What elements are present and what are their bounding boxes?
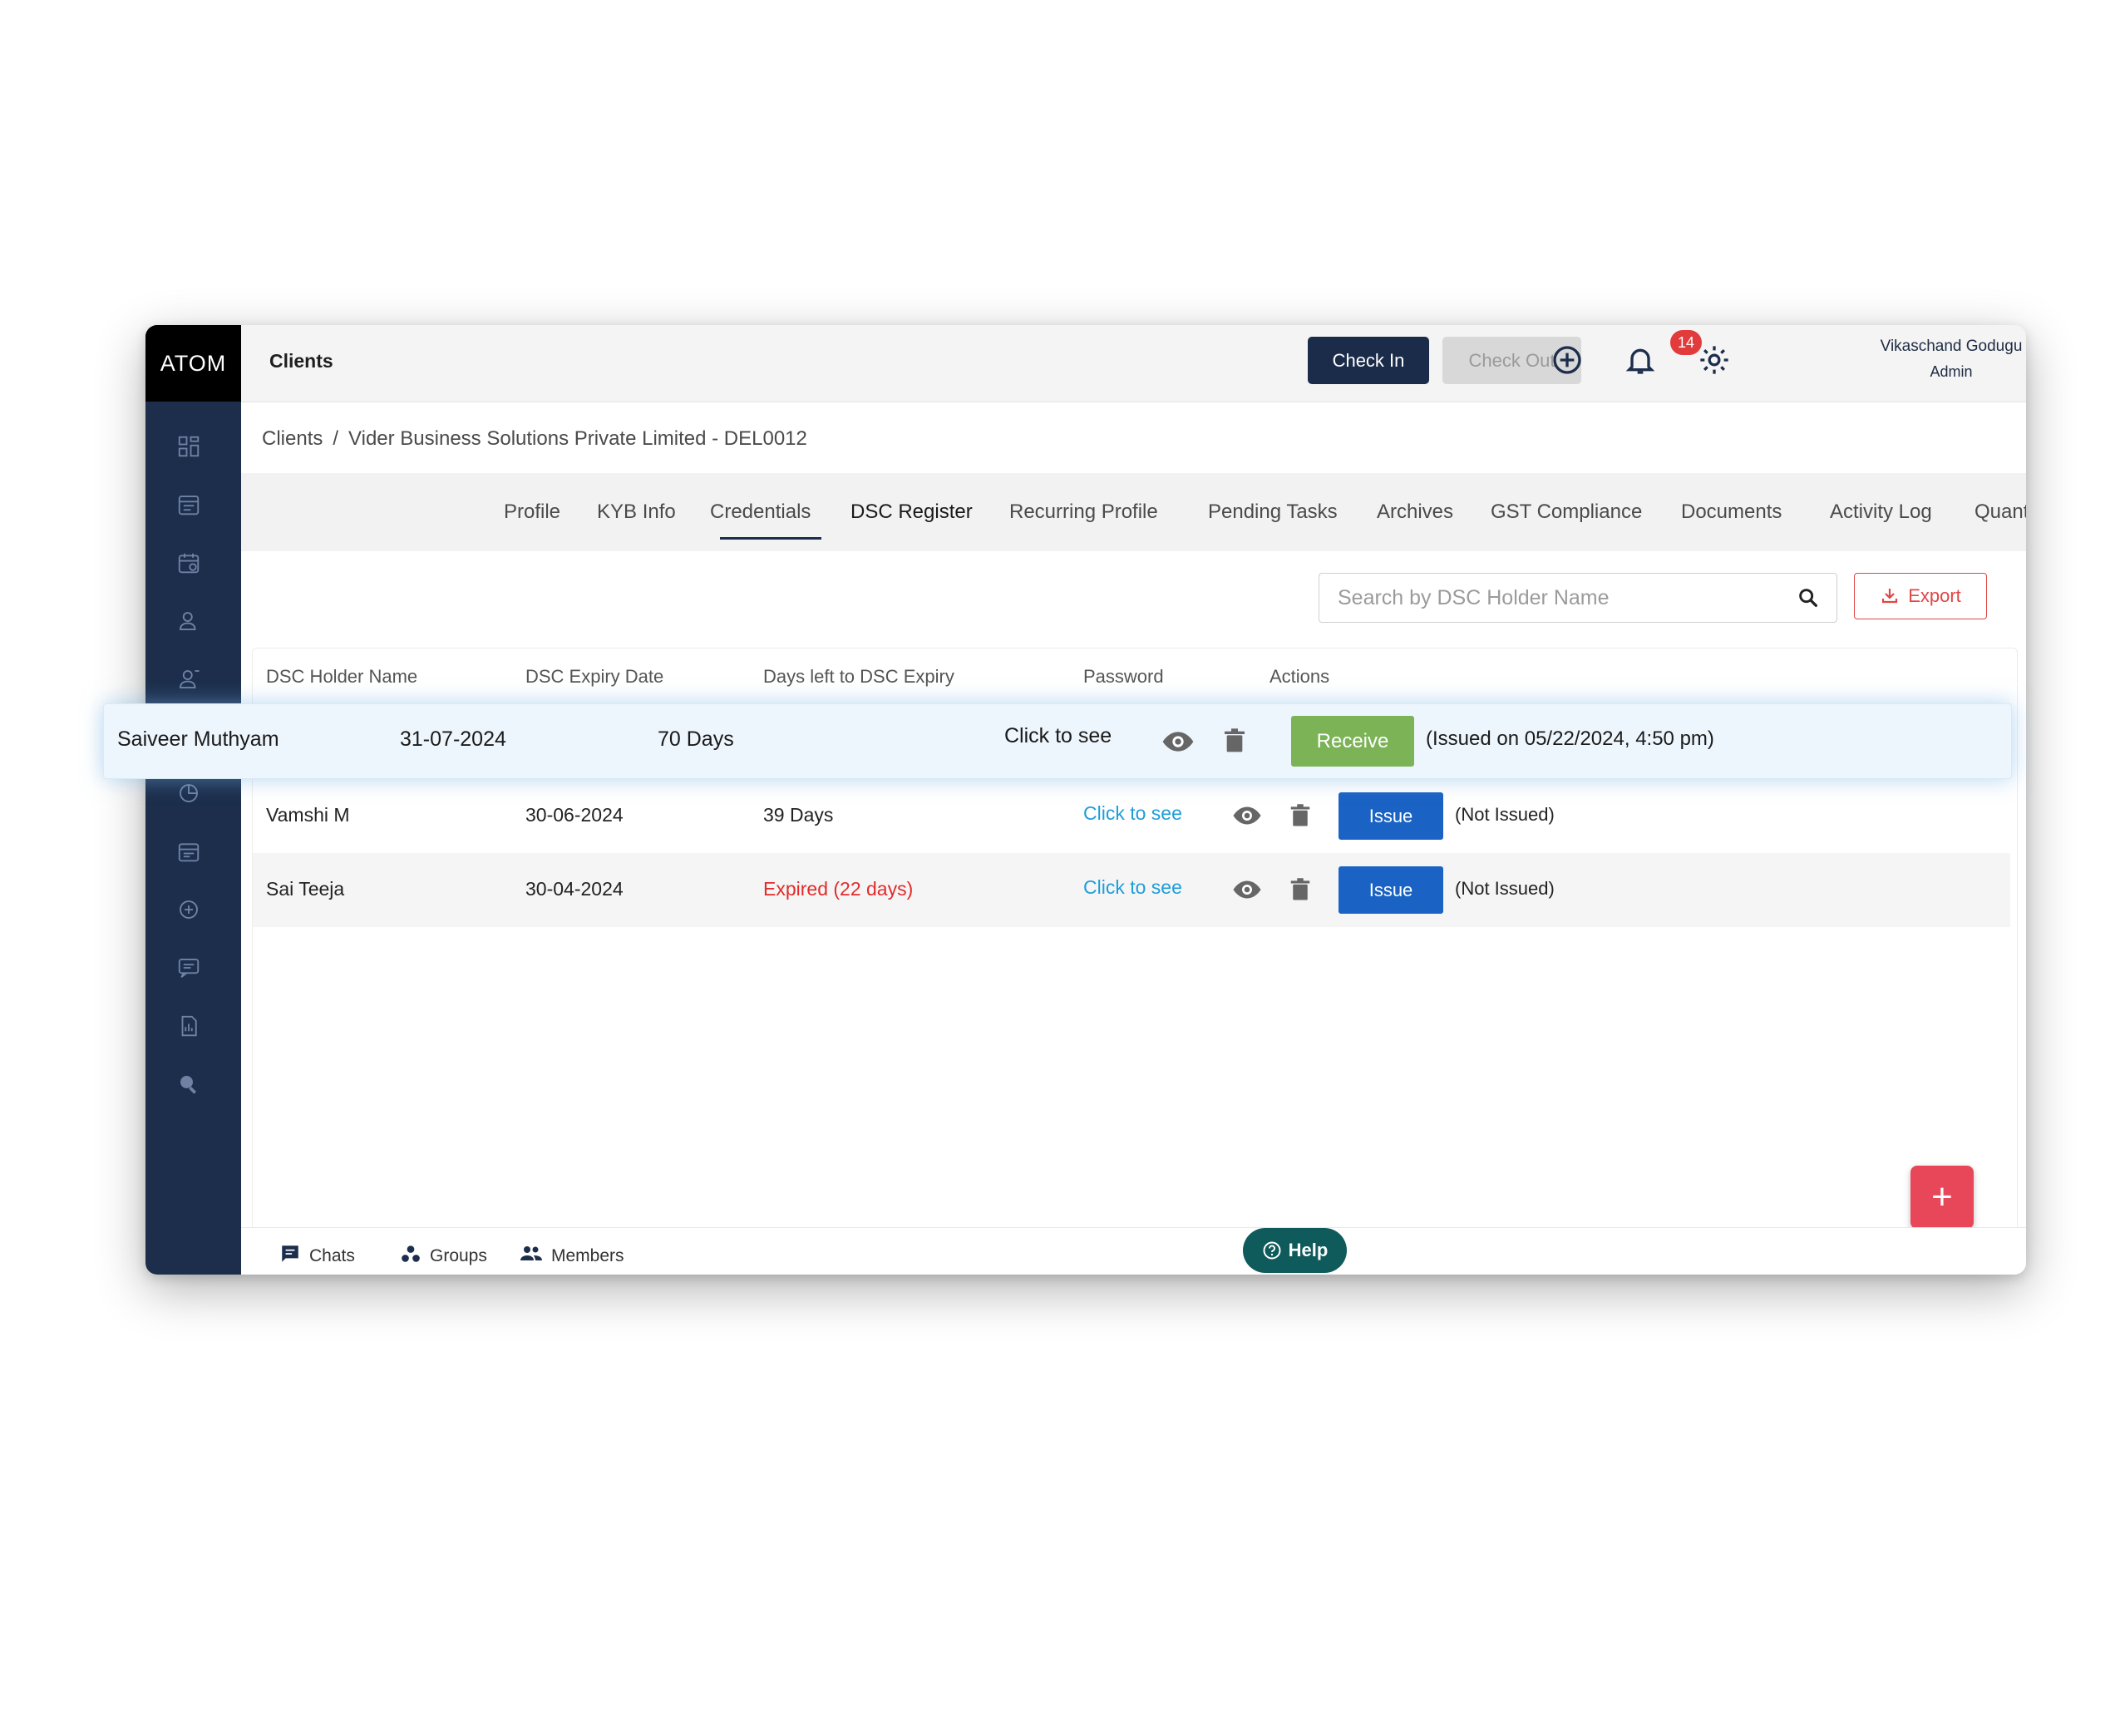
tab-pending-tasks[interactable]: Pending Tasks [1208, 473, 1338, 551]
members-tab[interactable]: Members [520, 1243, 624, 1266]
download-icon [1882, 589, 1898, 604]
calendar-icon[interactable] [176, 550, 201, 575]
members-icon [520, 1246, 542, 1260]
bell-icon[interactable] [1624, 343, 1657, 377]
password-reveal-link[interactable]: Click to see [1083, 876, 1182, 899]
issue-status: (Not Issued) [1455, 878, 1555, 899]
tab-bar: Profile KYB Info Credentials DSC Registe… [241, 473, 2026, 551]
user-role: Admin [1930, 363, 1973, 380]
top-bar: Clients Check In Check Out 14 Vikaschand… [241, 325, 2026, 402]
tab-recurring-profile[interactable]: Recurring Profile [1009, 473, 1158, 551]
days-left: 70 Days [658, 727, 734, 751]
header-days-left[interactable]: Days left to DSC Expiry [763, 666, 954, 688]
trash-icon[interactable] [1288, 876, 1313, 903]
chats-tab[interactable]: Chats [279, 1243, 355, 1266]
days-left-expired: Expired (22 days) [763, 878, 914, 900]
tab-gst-compliance[interactable]: GST Compliance [1491, 473, 1642, 551]
search-input[interactable] [1336, 574, 1772, 622]
export-label: Export [1908, 585, 1961, 606]
tab-dsc-register[interactable]: DSC Register [850, 473, 973, 551]
holder-name: Sai Teeja [266, 878, 345, 900]
messages-icon[interactable] [176, 955, 201, 980]
issue-button[interactable]: Issue [1339, 866, 1443, 914]
search-icon[interactable] [176, 1072, 201, 1097]
members-label: Members [551, 1246, 624, 1265]
breadcrumb: Clients / Vider Business Solutions Private… [262, 427, 807, 451]
atom-logo[interactable]: ATOM [145, 325, 241, 402]
tab-kyb-info[interactable]: KYB Info [597, 473, 676, 551]
footer-bar: Chats Groups Members [241, 1227, 2026, 1275]
table-row-highlighted[interactable]: Saiveer Muthyam 31-07-2024 70 Days Click… [103, 703, 2012, 779]
breadcrumb-clients-link[interactable]: Clients [262, 427, 323, 450]
events-icon[interactable] [176, 839, 201, 864]
breadcrumb-current: Vider Business Solutions Private Limited… [348, 427, 807, 450]
tab-activity-log[interactable]: Activity Log [1830, 473, 1932, 551]
eye-icon[interactable] [1161, 725, 1195, 758]
export-button[interactable]: Export [1854, 573, 1987, 619]
issue-button[interactable]: Issue [1339, 792, 1443, 840]
user-name[interactable]: Vikaschand Godugu [1856, 338, 2026, 356]
tab-quantum[interactable]: Quantum [1974, 473, 2026, 551]
chats-label: Chats [309, 1246, 355, 1265]
breadcrumb-separator: / [333, 427, 339, 450]
add-dsc-button[interactable]: + [1910, 1166, 1974, 1229]
help-label: Help [1288, 1240, 1329, 1260]
eye-icon[interactable] [1232, 875, 1262, 905]
analytics-icon[interactable] [176, 781, 201, 806]
header-actions: Actions [1269, 666, 1330, 687]
expiry-date: 30-06-2024 [525, 804, 624, 826]
clients-icon[interactable] [176, 609, 201, 634]
sidebar: ATOM [145, 325, 241, 1275]
password-reveal-link[interactable]: Click to see [1004, 724, 1112, 748]
groups-icon [402, 1245, 420, 1262]
password-reveal-link[interactable]: Click to see [1083, 802, 1182, 825]
header-expiry-date[interactable]: DSC Expiry Date [525, 666, 663, 688]
help-icon [1263, 1241, 1281, 1260]
active-tab-indicator [720, 537, 821, 540]
holder-name: Vamshi M [266, 804, 350, 826]
page-title: Clients [269, 350, 333, 372]
issue-status: (Not Issued) [1455, 804, 1555, 825]
gear-icon[interactable] [1698, 343, 1731, 377]
issue-status: (Issued on 05/22/2024, 4:50 pm) [1426, 727, 1714, 750]
expiry-date: 30-04-2024 [525, 878, 624, 900]
tasks-icon[interactable] [176, 492, 201, 517]
receive-button[interactable]: Receive [1291, 716, 1414, 767]
search-icon[interactable] [1797, 586, 1820, 609]
header-holder-name[interactable]: DSC Holder Name [266, 666, 417, 688]
days-left: 39 Days [763, 804, 834, 826]
trash-icon[interactable] [1288, 802, 1313, 829]
tab-archives[interactable]: Archives [1377, 473, 1453, 551]
holder-name: Saiveer Muthyam [117, 727, 279, 751]
groups-label: Groups [430, 1246, 487, 1265]
help-button[interactable]: Help [1243, 1228, 1347, 1273]
add-circle-icon[interactable] [1551, 343, 1584, 377]
search-box [1319, 573, 1837, 623]
dashboard-icon[interactable] [176, 434, 201, 459]
tab-documents[interactable]: Documents [1681, 473, 1782, 551]
expiry-date: 31-07-2024 [400, 727, 506, 751]
header-password: Password [1083, 666, 1164, 687]
reports-icon[interactable] [176, 1013, 201, 1038]
tab-profile[interactable]: Profile [504, 473, 560, 551]
check-in-button[interactable]: Check In [1308, 337, 1429, 384]
groups-tab[interactable]: Groups [400, 1243, 487, 1266]
compliance-icon[interactable] [176, 897, 201, 922]
table-row: Vamshi M 30-06-2024 39 Days Click to see… [253, 779, 2010, 853]
eye-icon[interactable] [1232, 801, 1262, 831]
chat-icon [282, 1245, 298, 1262]
table-row: Sai Teeja 30-04-2024 Expired (22 days) C… [253, 853, 2010, 927]
users-icon[interactable] [176, 667, 201, 692]
app-window: ATOM Clients Check In Check Out 14 Vikas… [145, 325, 2026, 1275]
trash-icon[interactable] [1221, 726, 1248, 756]
